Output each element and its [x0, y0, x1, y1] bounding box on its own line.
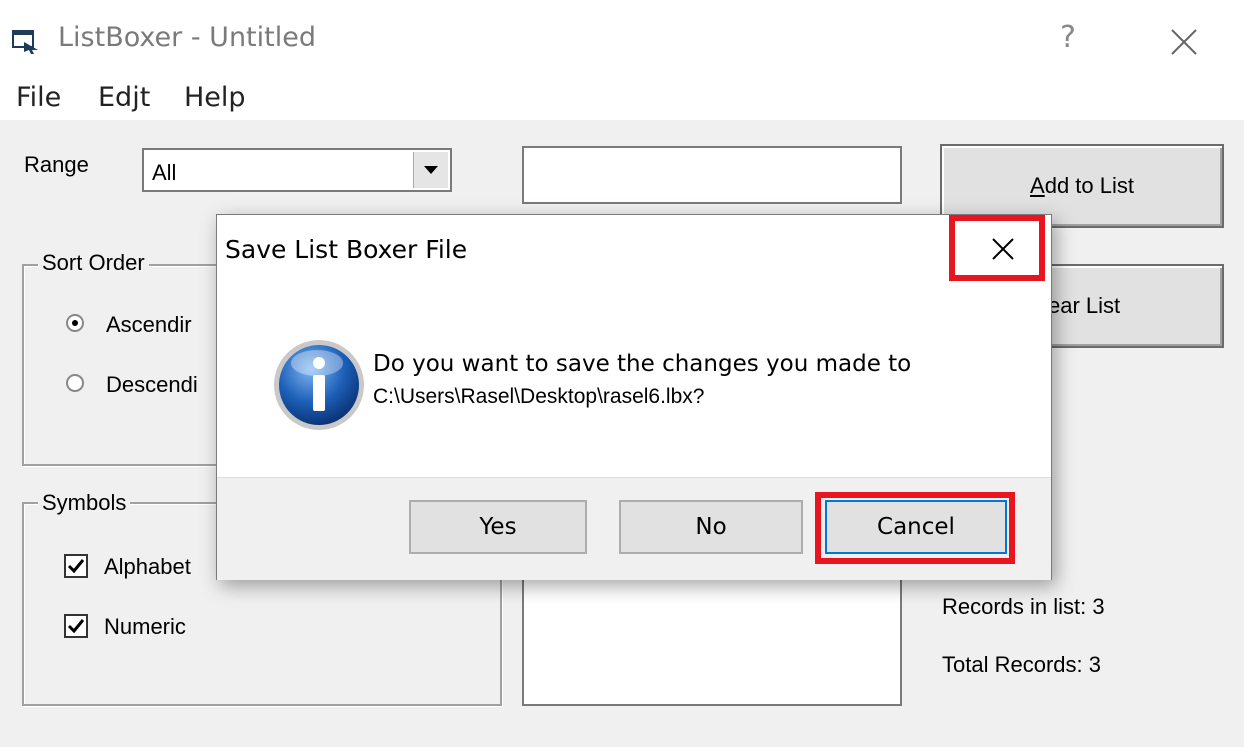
symbols-legend: Symbols — [38, 490, 131, 516]
yes-button[interactable]: Yes — [409, 500, 587, 554]
range-label: Range — [24, 152, 89, 177]
chevron-down-icon[interactable] — [413, 152, 448, 188]
save-dialog: Save List Boxer File Do you want to save… — [216, 214, 1052, 580]
checkmark-icon — [67, 559, 85, 574]
dialog-title: Save List Boxer File — [225, 235, 468, 264]
clear-list-label: ear List — [1048, 293, 1121, 318]
entry-input[interactable] — [522, 146, 902, 204]
close-icon — [992, 238, 1014, 260]
dialog-close-button[interactable] — [949, 215, 1045, 281]
alphabet-label: Alphabet — [104, 554, 191, 579]
menu-file[interactable]: File — [16, 82, 61, 113]
sort-ascending-radio[interactable] — [66, 314, 84, 332]
checkmark-icon — [67, 619, 85, 634]
range-value: All — [152, 160, 177, 185]
range-dropdown[interactable]: All — [142, 148, 452, 192]
app-icon[interactable] — [12, 28, 40, 54]
total-records: Total Records: 3 — [942, 652, 1101, 677]
close-icon[interactable] — [1170, 28, 1198, 56]
sort-descending-label: Descendi — [106, 372, 198, 397]
dialog-message-line2: C:\Users\Rasel\Desktop\rasel6.lbx? — [373, 385, 705, 408]
clear-list-button[interactable]: ear List — [1040, 264, 1224, 348]
numeric-label: Numeric — [104, 614, 186, 639]
menu-help[interactable]: Help — [184, 82, 246, 113]
add-to-list-accel: A — [1030, 173, 1045, 198]
sort-ascending-label: Ascendir — [106, 312, 192, 337]
sort-descending-radio[interactable] — [66, 374, 84, 392]
dialog-message-line1: Do you want to save the changes you made… — [373, 351, 912, 377]
sort-order-legend: Sort Order — [38, 250, 149, 276]
help-button[interactable]: ? — [1060, 20, 1076, 55]
info-icon — [271, 337, 367, 433]
numeric-checkbox[interactable] — [64, 614, 88, 638]
menu-edit[interactable]: Edjt — [98, 82, 150, 113]
records-in-list: Records in list: 3 — [942, 594, 1105, 619]
add-to-list-label: dd to List — [1044, 173, 1134, 198]
window-title: ListBoxer - Untitled — [58, 22, 316, 53]
no-button[interactable]: No — [619, 500, 803, 554]
cancel-button[interactable]: Cancel — [825, 500, 1007, 554]
alphabet-checkbox[interactable] — [64, 554, 88, 578]
dialog-footer: Yes No Cancel — [217, 477, 1051, 580]
records-list-box[interactable] — [522, 578, 902, 706]
